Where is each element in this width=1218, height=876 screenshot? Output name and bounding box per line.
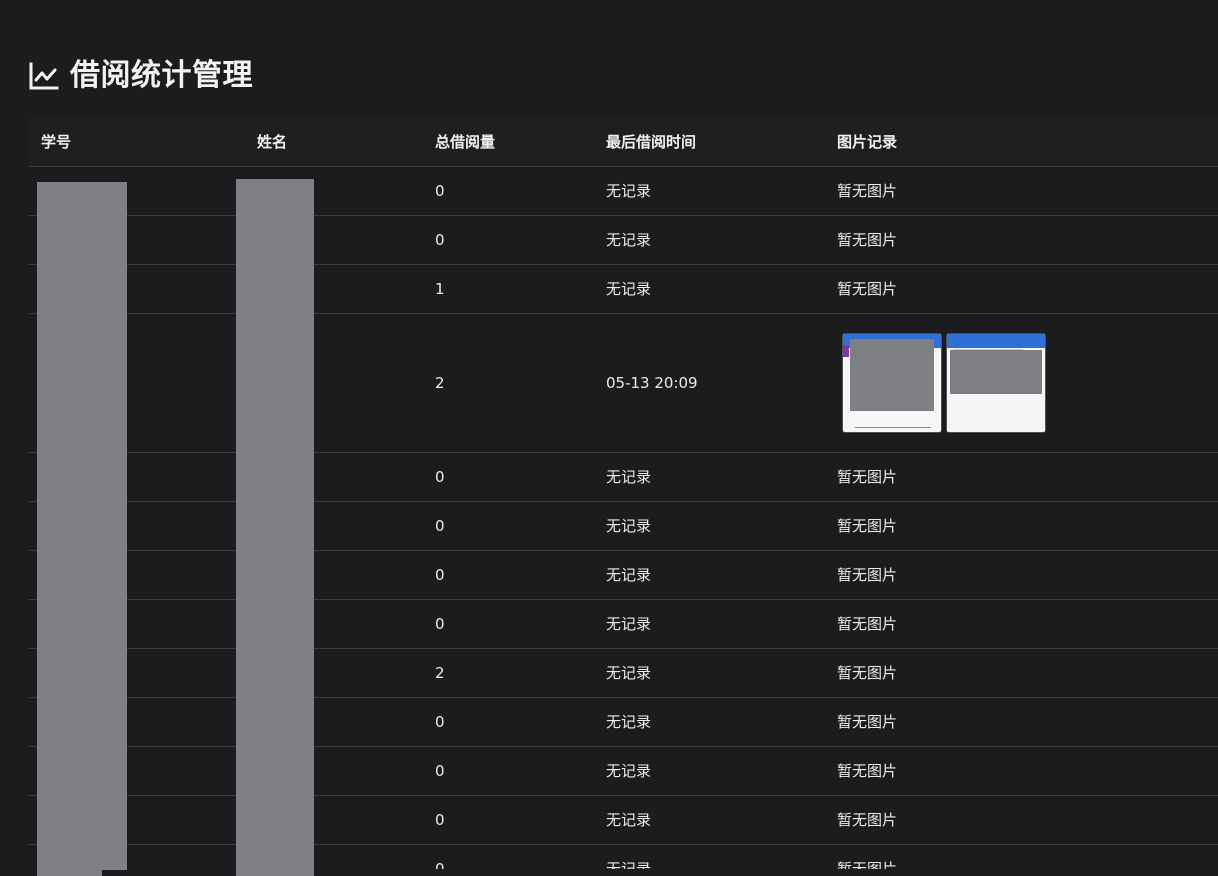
total-borrows-cell: 0 <box>426 501 597 551</box>
total-borrows-cell: 0 <box>426 215 597 265</box>
total-borrows-cell: 0 <box>426 697 597 747</box>
last-borrow-time-cell: 无记录 <box>597 648 828 698</box>
redacted-image-area <box>950 349 1042 394</box>
image-records-cell: 暂无图片 <box>828 215 1218 265</box>
table-header-row: 学号 姓名 总借阅量 最后借阅时间 图片记录 <box>29 118 1218 167</box>
image-records-cell: 暂无图片 <box>828 844 1218 869</box>
table-row: 2 无记录 暂无图片 <box>29 648 1218 698</box>
last-borrow-time-cell: 无记录 <box>597 452 828 502</box>
table-row: 0 无记录 暂无图片 <box>29 795 1218 845</box>
total-borrows-cell: 0 <box>426 550 597 600</box>
table-row: 0 无记录 暂无图片 <box>29 166 1218 216</box>
header-last-borrow-time: 最后借阅时间 <box>597 118 828 167</box>
total-borrows-cell: 2 <box>426 313 597 453</box>
image-records-cell: 暂无图片 <box>828 501 1218 551</box>
borrow-statistics-table-container[interactable]: 学号 姓名 总借阅量 最后借阅时间 图片记录 0 无记录 暂无图片 0 无记录 … <box>29 118 1218 869</box>
table-row: 0 无记录 暂无图片 <box>29 215 1218 265</box>
line-chart-icon <box>28 60 60 92</box>
redacted-student-id-tail <box>37 870 102 876</box>
table-row-with-images: 2 05-13 20:09 <box>29 313 1218 453</box>
table-row: 0 无记录 暂无图片 <box>29 697 1218 747</box>
last-borrow-time-cell: 无记录 <box>597 215 828 265</box>
thumbnail-accent <box>843 344 849 357</box>
page-header: 借阅统计管理 <box>28 56 253 96</box>
redacted-image-area <box>850 338 934 411</box>
last-borrow-time-cell: 无记录 <box>597 166 828 216</box>
redacted-student-id-column <box>37 182 127 870</box>
table-row: 0 无记录 暂无图片 <box>29 550 1218 600</box>
table-body: 0 无记录 暂无图片 0 无记录 暂无图片 1 无记录 暂无图片 2 05-13… <box>29 166 1218 869</box>
table-row: 0 无记录 暂无图片 <box>29 746 1218 796</box>
image-record-thumbnails <box>837 332 1218 433</box>
total-borrows-cell: 0 <box>426 166 597 216</box>
last-borrow-time-cell: 无记录 <box>597 795 828 845</box>
image-records-cell: 暂无图片 <box>828 550 1218 600</box>
total-borrows-cell: 0 <box>426 746 597 796</box>
image-records-cell: 暂无图片 <box>828 264 1218 314</box>
table-header: 学号 姓名 总借阅量 最后借阅时间 图片记录 <box>29 118 1218 167</box>
total-borrows-cell: 0 <box>426 795 597 845</box>
image-records-cell: 暂无图片 <box>828 746 1218 796</box>
image-record-thumbnail[interactable] <box>842 332 942 433</box>
image-records-cell: 暂无图片 <box>828 452 1218 502</box>
redacted-student-name-column <box>236 179 314 876</box>
image-records-cell: 暂无图片 <box>828 648 1218 698</box>
last-borrow-time-cell: 无记录 <box>597 844 828 869</box>
image-records-cell: 暂无图片 <box>828 697 1218 747</box>
last-borrow-time-cell: 无记录 <box>597 264 828 314</box>
total-borrows-cell: 2 <box>426 648 597 698</box>
total-borrows-cell: 0 <box>426 844 597 869</box>
table-row: 0 无记录 暂无图片 <box>29 501 1218 551</box>
header-image-records: 图片记录 <box>828 118 1218 167</box>
image-records-cell: 暂无图片 <box>828 795 1218 845</box>
image-records-cell <box>828 313 1218 453</box>
header-student-id: 学号 <box>29 118 245 167</box>
table-row: 0 无记录 暂无图片 <box>29 844 1218 869</box>
page-title: 借阅统计管理 <box>70 58 253 93</box>
total-borrows-cell: 0 <box>426 452 597 502</box>
header-total-borrows: 总借阅量 <box>426 118 597 167</box>
thumbnail-content-panel <box>947 395 1045 432</box>
image-records-cell: 暂无图片 <box>828 599 1218 649</box>
last-borrow-time-cell: 无记录 <box>597 550 828 600</box>
borrow-statistics-table: 学号 姓名 总借阅量 最后借阅时间 图片记录 0 无记录 暂无图片 0 无记录 … <box>29 118 1218 869</box>
thumbnail-header-bar <box>947 333 1045 348</box>
image-records-cell: 暂无图片 <box>828 166 1218 216</box>
image-record-thumbnail[interactable] <box>946 332 1046 433</box>
total-borrows-cell: 1 <box>426 264 597 314</box>
table-row: 0 无记录 暂无图片 <box>29 452 1218 502</box>
table-row: 0 无记录 暂无图片 <box>29 599 1218 649</box>
last-borrow-time-cell: 05-13 20:09 <box>597 313 828 453</box>
last-borrow-time-cell: 无记录 <box>597 501 828 551</box>
borrow-statistics-page: 借阅统计管理 学号 姓名 总借阅量 最后借阅时间 图片记录 0 无记录 暂无图片… <box>0 0 1218 876</box>
table-row: 1 无记录 暂无图片 <box>29 264 1218 314</box>
last-borrow-time-cell: 无记录 <box>597 599 828 649</box>
last-borrow-time-cell: 无记录 <box>597 746 828 796</box>
total-borrows-cell: 0 <box>426 599 597 649</box>
header-name: 姓名 <box>245 118 426 167</box>
thumbnail-footer-line <box>855 426 931 428</box>
last-borrow-time-cell: 无记录 <box>597 697 828 747</box>
